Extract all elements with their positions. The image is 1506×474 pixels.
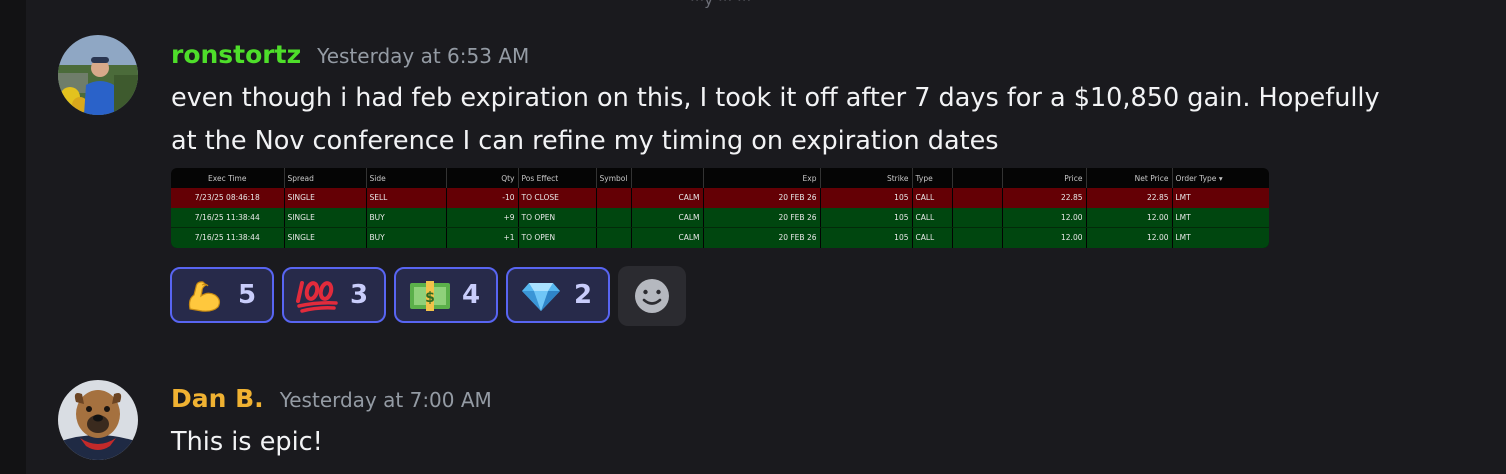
smiley-icon	[635, 279, 669, 313]
cell-side: BUY	[366, 227, 447, 248]
cell-exp: 20 FEB 26	[703, 227, 821, 248]
cell-order-type: LMT	[1172, 188, 1269, 208]
cell-order-type: LMT	[1172, 207, 1269, 228]
cell-qty: +9	[446, 207, 519, 228]
reaction-count: 2	[574, 280, 593, 310]
timestamp[interactable]: Yesterday at 7:00 AM	[280, 388, 492, 412]
reaction-hundred-points[interactable]: 3	[282, 267, 386, 323]
dollar-banknote-icon: $	[410, 281, 450, 311]
cell-side: SELL	[366, 188, 447, 208]
avatar-photo	[58, 35, 138, 115]
cell-symbol: CALM	[631, 227, 704, 248]
left-sidebar-edge	[0, 0, 26, 474]
cell-symbol: CALM	[631, 207, 704, 228]
col-header[interactable]: Qty	[446, 168, 519, 188]
cell-spread: SINGLE	[284, 207, 367, 228]
cell-side: BUY	[366, 207, 447, 228]
col-header[interactable]: Net Price	[1086, 168, 1173, 188]
order-type-label: Order Type	[1175, 173, 1217, 183]
trade-table: Exec Time Spread Side Qty Pos Effect Sym…	[171, 168, 1269, 248]
cell-spread: SINGLE	[284, 188, 367, 208]
col-header[interactable]: Spread	[284, 168, 367, 188]
col-header[interactable]: Price	[1002, 168, 1087, 188]
col-header[interactable]: Strike	[820, 168, 913, 188]
message-header: Dan B. Yesterday at 7:00 AM	[171, 384, 492, 413]
author-name[interactable]: ronstortz	[171, 40, 301, 69]
cell-exec-time: 7/23/25 08:46:18	[171, 188, 285, 208]
col-header[interactable]: Side	[366, 168, 447, 188]
timestamp[interactable]: Yesterday at 6:53 AM	[317, 44, 529, 68]
col-header[interactable]: Pos Effect	[518, 168, 597, 188]
flexed-biceps-icon	[188, 281, 221, 312]
col-header[interactable]: Symbol	[596, 168, 632, 188]
cell-exec-time: 7/16/25 11:38:44	[171, 207, 285, 228]
message-header: ronstortz Yesterday at 6:53 AM	[171, 40, 529, 69]
cell-net-price: 12.00	[1086, 207, 1173, 228]
previous-message-fragment: ···y ··· ···	[690, 0, 752, 9]
svg-text:$: $	[425, 290, 435, 306]
cell-exec-time: 7/16/25 11:38:44	[171, 227, 285, 248]
avatar[interactable]	[58, 380, 138, 460]
gem-stone-icon	[522, 283, 560, 311]
cell-exp: 20 FEB 26	[703, 207, 821, 228]
message-line-1: even though i had feb expiration on this…	[171, 83, 1380, 113]
cell-empty	[596, 188, 632, 208]
reaction-flexed-biceps[interactable]: 5	[170, 267, 274, 323]
cell-type: CALL	[912, 207, 953, 228]
cell-type: CALL	[912, 227, 953, 248]
cell-price: 22.85	[1002, 188, 1087, 208]
cell-pos-effect: TO OPEN	[518, 227, 597, 248]
reaction-count: 3	[350, 280, 369, 310]
cell-strike: 105	[820, 207, 913, 228]
cell-net-price: 12.00	[1086, 227, 1173, 248]
cell-net-price: 22.85	[1086, 188, 1173, 208]
cell-empty	[596, 227, 632, 248]
col-header[interactable]	[952, 168, 1003, 188]
hundred-points-icon	[296, 281, 338, 313]
author-name[interactable]: Dan B.	[171, 384, 264, 413]
cell-symbol: CALM	[631, 188, 704, 208]
col-header[interactable]	[631, 168, 704, 188]
cell-empty	[952, 227, 1003, 248]
col-header[interactable]: Type	[912, 168, 953, 188]
cell-qty: -10	[446, 188, 519, 208]
reaction-dollar-banknote[interactable]: $ 4	[394, 267, 498, 323]
cell-empty	[952, 188, 1003, 208]
cell-type: CALL	[912, 188, 953, 208]
table-row[interactable]: 7/23/25 08:46:18 SINGLE SELL -10 TO CLOS…	[171, 188, 1269, 208]
table-row[interactable]: 7/16/25 11:38:44 SINGLE BUY +1 TO OPEN C…	[171, 227, 1269, 248]
cell-price: 12.00	[1002, 227, 1087, 248]
col-header[interactable]: Exp	[703, 168, 821, 188]
sort-caret-icon: ▾	[1216, 173, 1223, 183]
reaction-count: 5	[238, 280, 257, 310]
cell-pos-effect: TO OPEN	[518, 207, 597, 228]
reaction-count: 4	[462, 280, 481, 310]
avatar-photo	[58, 380, 138, 460]
add-reaction-button[interactable]	[618, 266, 686, 326]
reaction-gem-stone[interactable]: 2	[506, 267, 610, 323]
cell-strike: 105	[820, 188, 913, 208]
table-row[interactable]: 7/16/25 11:38:44 SINGLE BUY +9 TO OPEN C…	[171, 207, 1269, 228]
cell-order-type: LMT	[1172, 227, 1269, 248]
table-header: Exec Time Spread Side Qty Pos Effect Sym…	[171, 168, 1269, 188]
cell-exp: 20 FEB 26	[703, 188, 821, 208]
cell-pos-effect: TO CLOSE	[518, 188, 597, 208]
cell-qty: +1	[446, 227, 519, 248]
trade-screenshot-attachment[interactable]: Exec Time Spread Side Qty Pos Effect Sym…	[171, 168, 1269, 248]
col-header[interactable]: Order Type ▾	[1172, 168, 1269, 188]
cell-spread: SINGLE	[284, 227, 367, 248]
col-header[interactable]: Exec Time	[171, 168, 285, 188]
message-line-1: This is epic!	[171, 427, 323, 457]
cell-strike: 105	[820, 227, 913, 248]
message-line-2: at the Nov conference I can refine my ti…	[171, 126, 999, 156]
cell-price: 12.00	[1002, 207, 1087, 228]
cell-empty	[596, 207, 632, 228]
avatar[interactable]	[58, 35, 138, 115]
cell-empty	[952, 207, 1003, 228]
